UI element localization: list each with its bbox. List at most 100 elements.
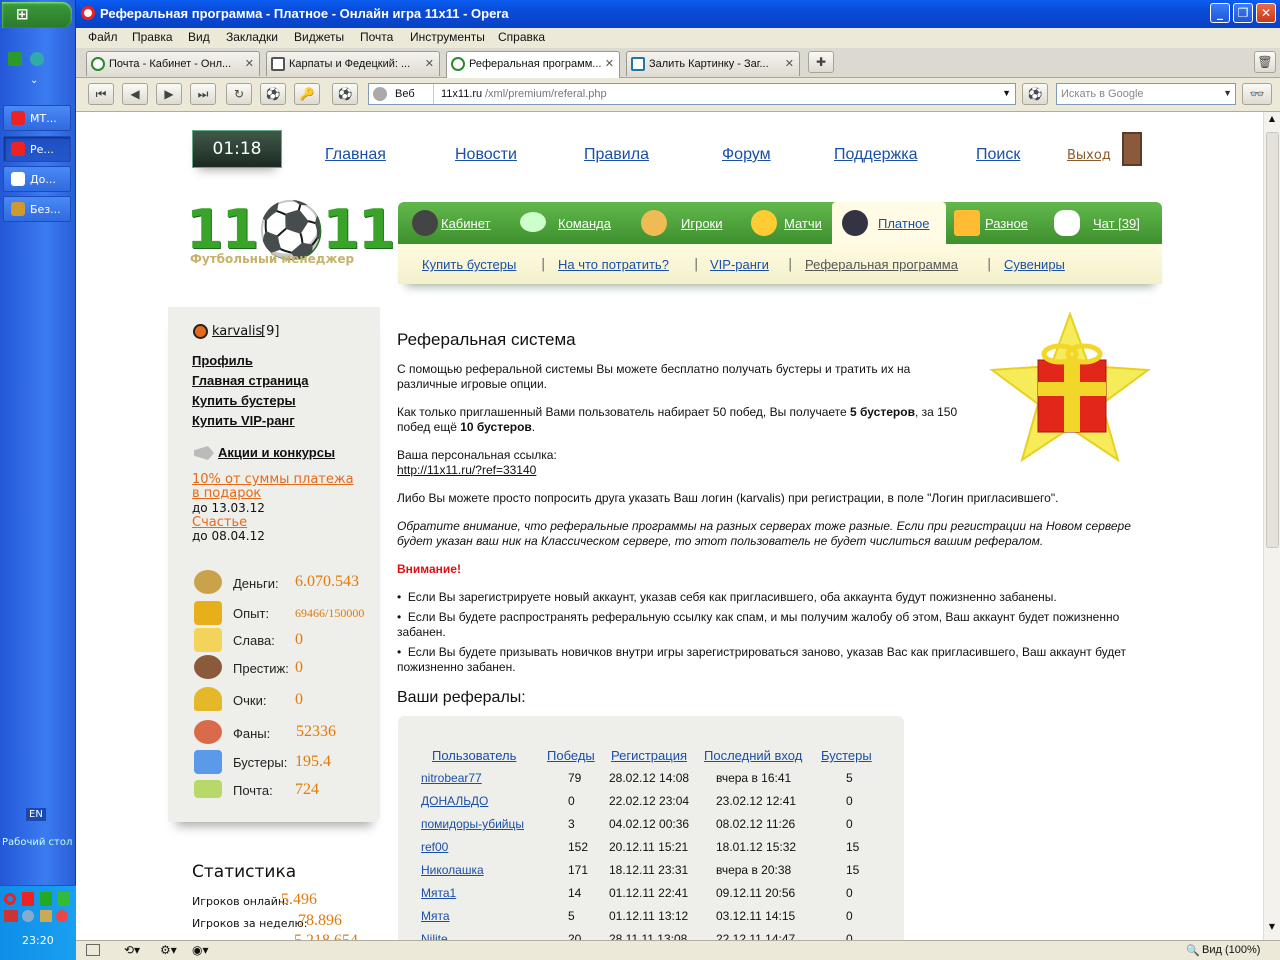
taskbar-item-opera-2[interactable]: Ре... xyxy=(3,136,71,162)
icq-icon[interactable] xyxy=(8,52,22,66)
zoom-icon[interactable]: 🔍 xyxy=(1186,944,1200,957)
zoom-level[interactable]: Вид (100%) xyxy=(1202,944,1260,956)
desktop-label[interactable]: Рабочий стол xyxy=(2,837,72,848)
turbo-icon[interactable]: ◉▾ xyxy=(192,943,209,957)
scrollbar-thumb[interactable] xyxy=(1266,132,1279,548)
panel-toggle-icon[interactable] xyxy=(86,944,100,956)
subnav-what-to-spend[interactable]: На что потратить? xyxy=(558,257,669,272)
chevron-down-icon[interactable]: ▼ xyxy=(1002,88,1011,98)
close-button[interactable]: ✕ xyxy=(1256,3,1276,23)
referral-user-link[interactable]: ДОНАЛЬДО xyxy=(421,794,488,808)
col-boosters[interactable]: Бустеры xyxy=(821,748,872,763)
menu-tools[interactable]: Инструменты xyxy=(410,30,485,44)
sidebar-link-buy-boosters[interactable]: Купить бустеры xyxy=(192,393,296,408)
menu-view[interactable]: Вид xyxy=(188,30,210,44)
scroll-down-icon[interactable]: ▼ xyxy=(1265,922,1279,936)
tab-referal[interactable]: Реферальная программ... ✕ xyxy=(446,51,620,78)
taskbar-item-paint[interactable]: Без... xyxy=(3,196,71,222)
opera-tray-icon[interactable] xyxy=(4,893,16,905)
username-link[interactable]: karvalis xyxy=(212,324,262,339)
referral-user-link[interactable]: ref00 xyxy=(421,840,448,854)
referral-user-link[interactable]: Мята xyxy=(421,909,450,923)
referral-user-link[interactable]: Николашка xyxy=(421,863,484,877)
tab-close-icon[interactable]: ✕ xyxy=(785,57,794,70)
promo-link-1[interactable]: 10% от суммы платежа в подарок xyxy=(192,473,362,501)
subnav-souvenirs[interactable]: Сувениры xyxy=(1004,257,1065,272)
scroll-up-icon[interactable]: ▲ xyxy=(1265,114,1279,128)
forward-button[interactable]: ▶ xyxy=(156,83,182,105)
promo-link-2[interactable]: Счастье xyxy=(192,515,247,530)
menu-mail[interactable]: Почта xyxy=(360,30,393,44)
tab-upload[interactable]: Залить Картинку - Заг... ✕ xyxy=(626,51,800,76)
nav-rules[interactable]: Правила xyxy=(584,146,649,164)
vertical-scrollbar[interactable]: ▲ ▼ xyxy=(1263,112,1280,940)
site-prefs-button[interactable]: ⚽ xyxy=(1022,83,1048,105)
binoculars-icon[interactable]: 👓 xyxy=(1242,83,1272,105)
site-icon-button[interactable]: ⚽ xyxy=(260,83,286,105)
ati-icon[interactable] xyxy=(4,910,18,922)
tray-app-icon[interactable] xyxy=(40,910,52,922)
kaspersky-icon[interactable] xyxy=(22,892,34,906)
nav-news[interactable]: Новости xyxy=(455,146,517,164)
promo-title[interactable]: Акции и конкурсы xyxy=(218,445,335,460)
subnav-buy-boosters[interactable]: Купить бустеры xyxy=(422,257,516,272)
referral-user-link[interactable]: Nilite xyxy=(421,932,448,940)
nav-misc[interactable]: Разное xyxy=(985,216,1028,231)
reload-button[interactable]: ↻ xyxy=(226,83,252,105)
globe-icon[interactable] xyxy=(30,52,44,66)
sidebar-link-buy-vip[interactable]: Купить VIP-ранг xyxy=(192,413,295,428)
subnav-vip-ranks[interactable]: VIP-ранги xyxy=(710,257,769,272)
tray-alert-icon[interactable] xyxy=(56,910,68,922)
maximize-button[interactable]: ❐ xyxy=(1233,3,1253,23)
sidebar-link-profile[interactable]: Профиль xyxy=(192,353,253,368)
sync-icon[interactable]: ⟲▾ xyxy=(124,943,140,957)
menu-help[interactable]: Справка xyxy=(498,30,545,44)
nav-chat[interactable]: Чат [39] xyxy=(1093,216,1140,231)
nav-players[interactable]: Игроки xyxy=(681,216,723,231)
menu-bookmarks[interactable]: Закладки xyxy=(226,30,278,44)
new-tab-button[interactable]: ✚ xyxy=(808,51,834,73)
tab-close-icon[interactable]: ✕ xyxy=(425,57,434,70)
referral-user-link[interactable]: помидоры-убийцы xyxy=(421,817,524,831)
sidebar-link-main[interactable]: Главная страница xyxy=(192,373,308,388)
nav-team[interactable]: Команда xyxy=(558,216,611,231)
tab-close-icon[interactable]: ✕ xyxy=(245,57,254,70)
col-user[interactable]: Пользователь xyxy=(432,748,516,763)
tab-close-icon[interactable]: ✕ xyxy=(605,57,614,70)
col-last-login[interactable]: Последний вход xyxy=(704,748,802,763)
menu-edit[interactable]: Правка xyxy=(132,30,173,44)
logout-link[interactable]: Выход xyxy=(1067,148,1111,163)
chevron-down-icon[interactable]: ⌄ xyxy=(30,75,38,86)
tray-clock[interactable]: 23:20 xyxy=(22,934,54,947)
fast-forward-button[interactable]: ⏭ xyxy=(190,83,216,105)
search-scope[interactable]: Веб xyxy=(395,88,415,100)
referral-user-link[interactable]: nitrobear77 xyxy=(421,771,482,785)
taskbar-item-opera-1[interactable]: МТ... xyxy=(3,105,71,131)
door-icon[interactable] xyxy=(1122,132,1142,166)
start-button[interactable]: ⊞ xyxy=(2,2,72,28)
col-registration[interactable]: Регистрация xyxy=(611,748,687,763)
address-field[interactable]: Веб 11x11.ru /xml/premium/referal.php ▼ xyxy=(368,83,1016,105)
nav-support[interactable]: Поддержка xyxy=(834,146,917,164)
menu-widgets[interactable]: Виджеты xyxy=(294,30,344,44)
nav-home[interactable]: Главная xyxy=(325,146,386,164)
wand-button[interactable]: 🔑 xyxy=(294,83,320,105)
nav-matches[interactable]: Матчи xyxy=(784,216,822,231)
col-wins[interactable]: Победы xyxy=(547,748,595,763)
trash-icon[interactable]: 🗑 xyxy=(1254,51,1276,73)
volume-icon[interactable] xyxy=(22,910,34,922)
minimize-button[interactable]: _ xyxy=(1210,3,1230,23)
unite-icon[interactable]: ⚙▾ xyxy=(160,943,177,957)
language-indicator[interactable]: EN xyxy=(26,808,46,821)
referral-user-link[interactable]: Мята1 xyxy=(421,886,456,900)
tab-mail[interactable]: Почта - Кабинет - Онл... ✕ xyxy=(86,51,260,76)
menu-file[interactable]: Файл xyxy=(88,30,118,44)
nav-search[interactable]: Поиск xyxy=(976,146,1020,164)
rewind-button[interactable]: ⏮ xyxy=(88,83,114,105)
search-input[interactable]: Искать в Google ▼ xyxy=(1056,83,1236,105)
tab-karpaty[interactable]: Карпаты и Федецкий: ... ✕ xyxy=(266,51,440,76)
nav-paid[interactable]: Платное xyxy=(878,216,929,231)
referral-link[interactable]: http://11x11.ru/?ref=33140 xyxy=(397,463,536,478)
subnav-referral[interactable]: Реферальная программа xyxy=(805,257,958,272)
back-button[interactable]: ◀ xyxy=(122,83,148,105)
